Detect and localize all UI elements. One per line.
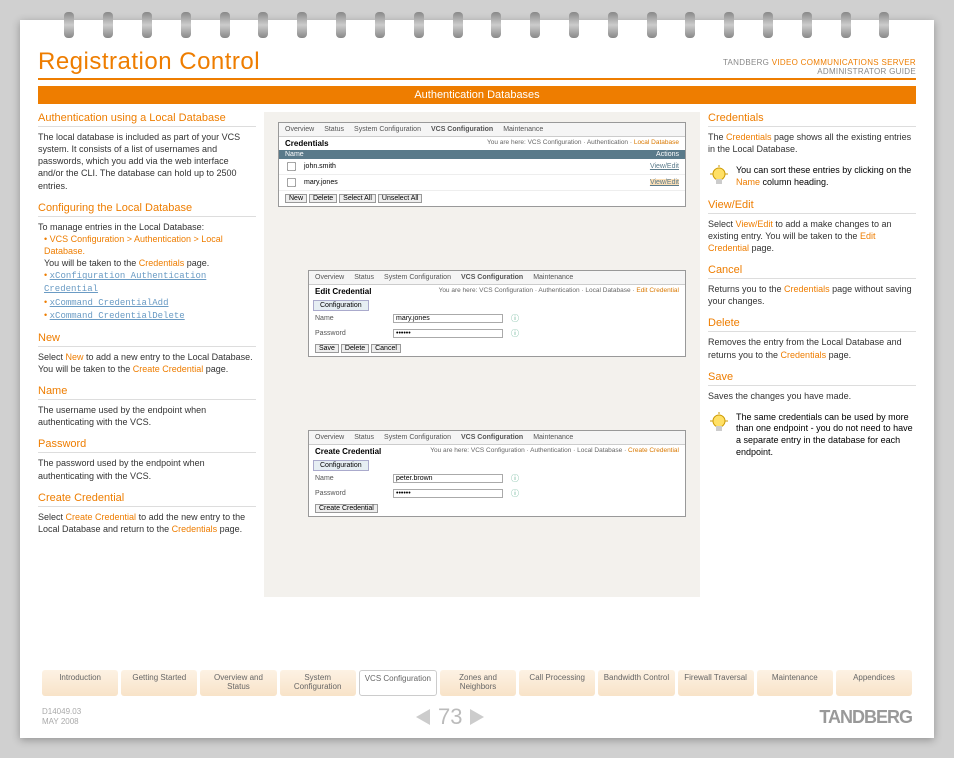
page-title: Registration Control	[38, 48, 260, 76]
tab-call-processing[interactable]: Call Processing	[519, 670, 595, 696]
right-body-credentials: The Credentials page shows all the exist…	[708, 131, 916, 155]
right-body-delete: Removes the entry from the Local Databas…	[708, 336, 916, 360]
left-heading-new: New	[38, 332, 256, 347]
left-body-config: To manage entries in the Local Database:…	[38, 221, 256, 322]
left-heading-auth: Authentication using a Local Database	[38, 112, 256, 127]
left-body-create: Select Create Credential to add the new …	[38, 511, 256, 535]
tab-bandwidth[interactable]: Bandwidth Control	[598, 670, 674, 696]
viewedit-link[interactable]: View/Edit	[650, 179, 679, 186]
tab-appendices[interactable]: Appendices	[836, 670, 912, 696]
password-input[interactable]	[393, 489, 503, 498]
right-body-viewedit: Select View/Edit to add a make changes t…	[708, 218, 916, 254]
tab-system-config[interactable]: System Configuration	[280, 670, 356, 696]
cmd-xconfig[interactable]: xConfiguration Authentication Credential	[44, 271, 206, 294]
info-icon: ⓘ	[511, 328, 519, 339]
row-checkbox[interactable]	[287, 178, 296, 187]
cmd-add[interactable]: xCommand CredentialAdd	[50, 298, 169, 308]
section-banner: Authentication Databases	[38, 86, 916, 104]
tip-sort: You can sort these entries by clicking o…	[708, 165, 916, 188]
viewedit-link[interactable]: View/Edit	[650, 163, 679, 170]
doc-info: D14049.03MAY 2008	[42, 707, 81, 726]
left-heading-name: Name	[38, 385, 256, 400]
left-body-auth: The local database is included as part o…	[38, 131, 256, 192]
screenshot-area: OverviewStatusSystem ConfigurationVCS Co…	[264, 112, 700, 597]
create-button[interactable]: Create Credential	[315, 504, 378, 513]
tab-overview-status[interactable]: Overview and Status	[200, 670, 276, 696]
row-checkbox[interactable]	[287, 162, 296, 171]
name-input[interactable]	[393, 314, 503, 323]
tab-getting-started[interactable]: Getting Started	[121, 670, 197, 696]
prev-arrow-icon[interactable]	[416, 709, 430, 725]
tab-firewall[interactable]: Firewall Traversal	[678, 670, 754, 696]
delete-button[interactable]: Delete	[341, 344, 369, 353]
header-product: TANDBERG VIDEO COMMUNICATIONS SERVER ADM…	[708, 58, 916, 76]
nav-tabs: Introduction Getting Started Overview an…	[42, 670, 912, 696]
tab-maintenance[interactable]: Maintenance	[757, 670, 833, 696]
tab-introduction[interactable]: Introduction	[42, 670, 118, 696]
link-nav-path[interactable]: VCS Configuration > Authentication > Loc…	[44, 234, 223, 256]
tab-vcs-config[interactable]: VCS Configuration	[359, 670, 437, 696]
tab-zones[interactable]: Zones and Neighbors	[440, 670, 516, 696]
left-heading-create: Create Credential	[38, 492, 256, 507]
screenshot-create: OverviewStatusSystem ConfigurationVCS Co…	[308, 430, 686, 517]
left-body-new: Select New to add a new entry to the Loc…	[38, 351, 256, 375]
right-heading-credentials: Credentials	[708, 112, 916, 127]
lightbulb-icon	[708, 412, 730, 434]
right-heading-viewedit: View/Edit	[708, 199, 916, 214]
cmd-delete[interactable]: xCommand CredentialDelete	[50, 311, 185, 321]
screenshot-edit: OverviewStatusSystem ConfigurationVCS Co…	[308, 270, 686, 357]
cancel-button[interactable]: Cancel	[371, 344, 401, 353]
right-heading-delete: Delete	[708, 317, 916, 332]
left-body-password: The password used by the endpoint when a…	[38, 457, 256, 481]
lightbulb-icon	[708, 165, 730, 187]
delete-button[interactable]: Delete	[309, 194, 337, 203]
name-input[interactable]	[393, 474, 503, 483]
unselectall-button[interactable]: Unselect All	[378, 194, 423, 203]
right-heading-save: Save	[708, 371, 916, 386]
left-body-name: The username used by the endpoint when a…	[38, 404, 256, 428]
left-heading-config: Configuring the Local Database	[38, 202, 256, 217]
new-button[interactable]: New	[285, 194, 307, 203]
password-input[interactable]	[393, 329, 503, 338]
left-heading-password: Password	[38, 438, 256, 453]
brand-logo: TANDBERG	[819, 707, 912, 728]
spiral-binding	[20, 12, 934, 42]
info-icon: ⓘ	[511, 473, 519, 484]
info-icon: ⓘ	[511, 313, 519, 324]
right-body-cancel: Returns you to the Credentials page with…	[708, 283, 916, 307]
save-button[interactable]: Save	[315, 344, 339, 353]
link-credentials[interactable]: Credentials	[139, 258, 185, 268]
tip-shared: The same credentials can be used by more…	[708, 412, 916, 459]
page-number: 73	[416, 704, 484, 730]
right-heading-cancel: Cancel	[708, 264, 916, 279]
info-icon: ⓘ	[511, 488, 519, 499]
right-body-save: Saves the changes you have made.	[708, 390, 916, 402]
selectall-button[interactable]: Select All	[339, 194, 376, 203]
next-arrow-icon[interactable]	[470, 709, 484, 725]
screenshot-credentials: OverviewStatusSystem ConfigurationVCS Co…	[278, 122, 686, 207]
